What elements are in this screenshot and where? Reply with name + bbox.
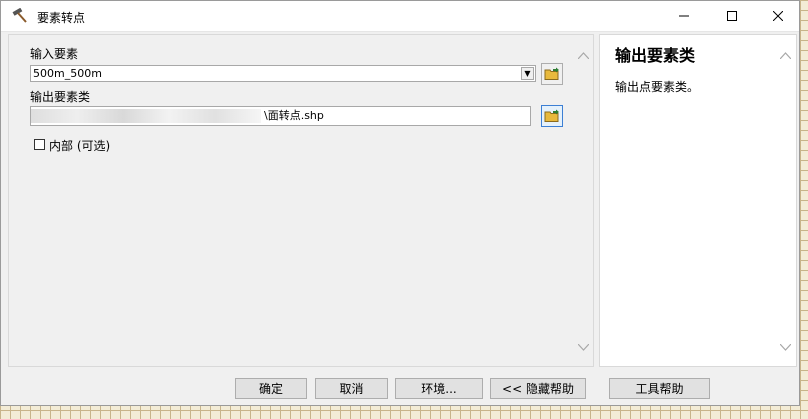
tool-dialog-window: 要素转点 输入要素 500m_500m ▼ 输出要素类 \面转点.shp 内部 … [0, 0, 800, 406]
help-pane: 输出要素类 输出点要素类。 [599, 34, 797, 367]
environments-button[interactable]: 环境... [395, 378, 483, 399]
input-features-value: 500m_500m [33, 67, 102, 80]
minimize-button[interactable] [661, 1, 707, 31]
inside-checkbox-label: 内部 (可选) [49, 139, 111, 153]
redacted-path [31, 109, 261, 123]
maximize-icon [727, 11, 737, 21]
help-text: 输出点要素类。 [615, 80, 700, 94]
open-folder-icon [544, 109, 559, 122]
input-features-label: 输入要素 [30, 47, 79, 61]
scroll-down-icon[interactable] [577, 341, 590, 354]
title-bar[interactable]: 要素转点 [1, 1, 799, 32]
output-browse-button[interactable] [541, 105, 563, 127]
hammer-icon [11, 7, 29, 24]
close-button[interactable] [755, 1, 801, 31]
help-title: 输出要素类 [615, 46, 696, 65]
ok-button[interactable]: 确定 [235, 378, 307, 399]
hide-help-button[interactable]: << 隐藏帮助 [490, 378, 586, 399]
inside-checkbox[interactable] [34, 139, 45, 150]
input-features-combobox[interactable]: 500m_500m ▼ [30, 65, 536, 82]
output-feature-class-value: \面转点.shp [264, 109, 324, 122]
help-scroll-up-icon[interactable] [779, 49, 792, 62]
scroll-up-icon[interactable] [577, 49, 590, 62]
window-title: 要素转点 [37, 11, 86, 25]
maximize-button[interactable] [709, 1, 755, 31]
close-icon [773, 11, 783, 21]
cancel-button[interactable]: 取消 [315, 378, 388, 399]
help-scroll-down-icon[interactable] [779, 341, 792, 354]
tool-help-button[interactable]: 工具帮助 [609, 378, 710, 399]
input-browse-button[interactable] [541, 63, 563, 85]
output-feature-class-field[interactable]: \面转点.shp [30, 106, 531, 126]
output-feature-class-label: 输出要素类 [30, 90, 91, 104]
parameters-pane: 输入要素 500m_500m ▼ 输出要素类 \面转点.shp 内部 (可选) [8, 34, 594, 367]
minimize-icon [679, 15, 689, 17]
open-folder-icon [544, 67, 559, 80]
dropdown-arrow-icon[interactable]: ▼ [521, 67, 534, 80]
